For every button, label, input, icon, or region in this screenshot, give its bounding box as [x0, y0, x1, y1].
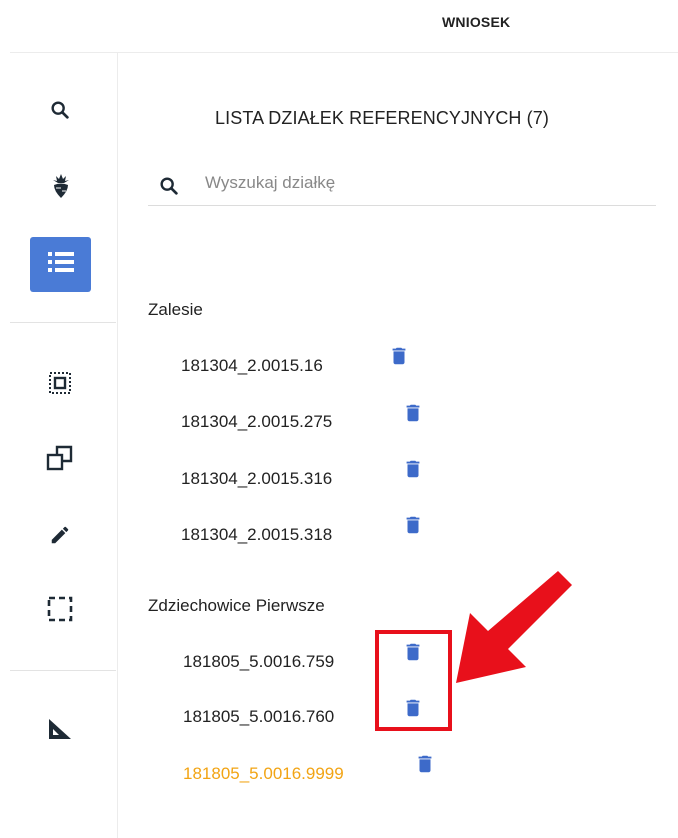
search-bar[interactable] — [148, 160, 656, 206]
group-label: Zdziechowice Pierwsze — [148, 596, 325, 615]
sidebar-divider — [10, 322, 116, 323]
parcel-item[interactable]: 181805_5.0016.759 — [183, 652, 334, 672]
beet-icon[interactable] — [49, 171, 73, 201]
parcel-item[interactable]: 181304_2.0015.316 — [181, 469, 332, 489]
top-bar: WNIOSEK — [10, 0, 678, 53]
trash-icon[interactable] — [402, 457, 424, 481]
pencil-icon[interactable] — [48, 523, 72, 547]
parcel-item-highlighted[interactable]: 181805_5.0016.9999 — [183, 764, 344, 784]
annotation-highlight-box — [375, 630, 452, 731]
list-title: LISTA DZIAŁEK REFERENCYJNYCH (7) — [215, 108, 549, 128]
group-label: Zalesie — [148, 300, 203, 319]
list-view-button[interactable] — [30, 237, 91, 292]
trash-icon[interactable] — [414, 752, 436, 776]
select-area-icon[interactable] — [48, 371, 72, 395]
copy-shapes-icon[interactable] — [46, 443, 74, 473]
parcel-item[interactable]: 181304_2.0015.275 — [181, 412, 332, 432]
parcel-item[interactable]: 181304_2.0015.16 — [181, 356, 323, 376]
search-icon[interactable] — [48, 98, 72, 122]
parcel-item[interactable]: 181805_5.0016.760 — [183, 707, 334, 727]
sidebar-divider — [10, 670, 116, 671]
list-icon — [47, 251, 74, 278]
trash-icon[interactable] — [402, 401, 424, 425]
header-title[interactable]: WNIOSEK — [442, 14, 510, 30]
trash-icon[interactable] — [402, 513, 424, 537]
trash-icon[interactable] — [388, 344, 410, 368]
parcel-list-panel: LISTA DZIAŁEK REFERENCYJNYCH (7) Zalesie… — [118, 53, 678, 838]
parcel-item[interactable]: 181304_2.0015.318 — [181, 525, 332, 545]
sidebar — [0, 53, 118, 838]
annotation-arrow-icon — [456, 571, 572, 683]
dashed-rectangle-icon[interactable] — [46, 594, 74, 624]
search-icon — [158, 175, 180, 202]
set-square-icon[interactable] — [46, 715, 74, 743]
search-input[interactable] — [203, 170, 627, 196]
